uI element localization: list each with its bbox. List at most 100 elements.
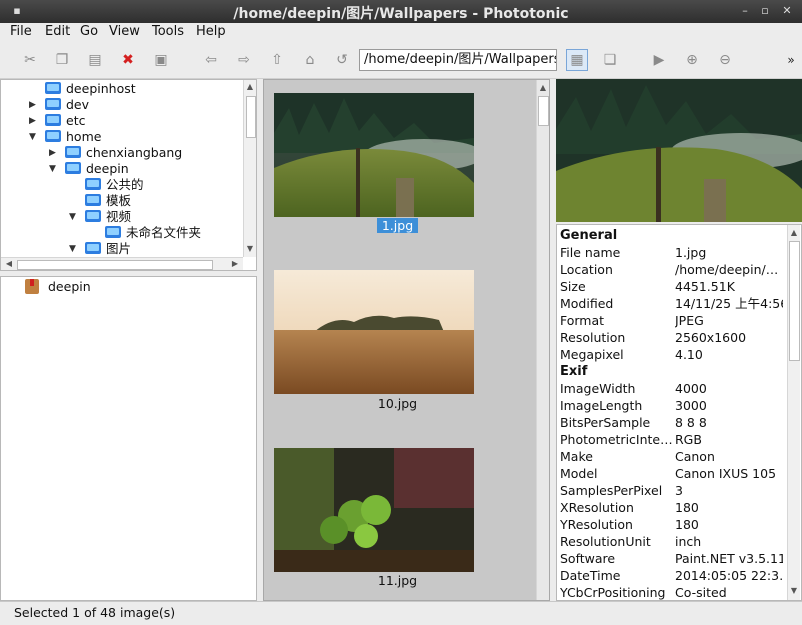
info-value: 3 bbox=[675, 483, 683, 498]
tree-item-label: 图片 bbox=[106, 241, 132, 256]
info-scrollbar[interactable]: ▲ ▼ bbox=[787, 225, 800, 600]
path-input[interactable]: /home/deepin/图片/Wallpapers bbox=[359, 49, 557, 71]
tree-item-label: 视频 bbox=[106, 209, 132, 224]
tree-item[interactable]: ▶ dev bbox=[29, 97, 89, 113]
tree-item[interactable]: deepinhost bbox=[45, 81, 136, 97]
menu-view[interactable]: View bbox=[109, 24, 140, 39]
minimize-icon[interactable]: – bbox=[738, 4, 752, 18]
scroll-right-icon[interactable]: ▶ bbox=[229, 258, 241, 270]
tree-horizontal-scrollbar[interactable]: ◀ ▶ bbox=[1, 257, 243, 270]
refresh-icon[interactable]: ↺ bbox=[333, 51, 351, 69]
info-key: YCbCrPositioning bbox=[560, 585, 666, 600]
toolbar: ✂ ❐ ▤ ✖ ▣ ⇦ ⇨ ⇧ ⌂ ↺ /home/deepin/图片/Wall… bbox=[0, 43, 802, 79]
thumbnail-scrollbar[interactable]: ▲ bbox=[536, 80, 549, 600]
info-section-exif: Exif bbox=[560, 364, 588, 379]
info-key: ImageLength bbox=[560, 398, 643, 413]
close-icon[interactable]: ✕ bbox=[780, 4, 794, 18]
thumbnail-label: 10.jpg bbox=[377, 396, 418, 411]
delete-icon[interactable]: ✖ bbox=[119, 51, 137, 69]
info-value: Paint.NET v3.5.11 bbox=[675, 551, 783, 566]
info-value: 3000 bbox=[675, 398, 707, 413]
tree-item[interactable]: ▼ 视频 bbox=[69, 209, 132, 225]
info-section-general: General bbox=[560, 228, 618, 243]
up-icon[interactable]: ⇧ bbox=[268, 51, 286, 69]
folder-icon bbox=[45, 98, 61, 110]
menu-bar: File Edit Go View Tools Help bbox=[0, 23, 802, 43]
bookmark-item[interactable]: deepin bbox=[25, 279, 91, 295]
thumbs-view-icon[interactable]: ▦ bbox=[566, 49, 588, 71]
info-key: YResolution bbox=[560, 517, 633, 532]
zoom-in-icon[interactable]: ⊕ bbox=[683, 51, 701, 69]
scroll-down-icon[interactable]: ▼ bbox=[244, 243, 256, 255]
scrollbar-thumb[interactable] bbox=[246, 96, 256, 138]
thumbnail-image[interactable] bbox=[274, 270, 474, 394]
folder-icon bbox=[65, 162, 81, 174]
zoom-out-icon[interactable]: ⊖ bbox=[716, 51, 734, 69]
bookmark-label: deepin bbox=[48, 279, 91, 294]
tree-item[interactable]: 未命名文件夹 bbox=[105, 225, 201, 241]
info-value: Canon IXUS 105 bbox=[675, 466, 777, 481]
info-key: Software bbox=[560, 551, 616, 566]
list-view-icon[interactable]: ❏ bbox=[601, 51, 619, 69]
info-key: Make bbox=[560, 449, 593, 464]
info-value: 4.10 bbox=[675, 347, 703, 362]
folder-icon bbox=[85, 178, 101, 190]
scrollbar-thumb[interactable] bbox=[789, 241, 800, 361]
collapse-arrow-icon[interactable]: ▶ bbox=[29, 113, 39, 129]
back-icon[interactable]: ⇦ bbox=[202, 51, 220, 69]
menu-help[interactable]: Help bbox=[196, 24, 226, 39]
cut-icon[interactable]: ✂ bbox=[21, 51, 39, 69]
tree-item[interactable]: 模板 bbox=[85, 193, 131, 209]
home-icon[interactable]: ⌂ bbox=[301, 51, 319, 69]
thumbnail-image[interactable] bbox=[274, 93, 484, 217]
menu-edit[interactable]: Edit bbox=[45, 24, 70, 39]
forward-icon[interactable]: ⇨ bbox=[235, 51, 253, 69]
scrollbar-thumb[interactable] bbox=[538, 96, 549, 126]
paste-icon[interactable]: ▤ bbox=[86, 51, 104, 69]
tree-vertical-scrollbar[interactable]: ▲ ▼ bbox=[243, 80, 256, 257]
folder-icon bbox=[85, 242, 101, 254]
info-key: Size bbox=[560, 279, 586, 294]
collapse-arrow-icon[interactable]: ▶ bbox=[29, 97, 39, 113]
bookmark-icon bbox=[25, 279, 39, 294]
tree-item-label: 未命名文件夹 bbox=[126, 225, 202, 240]
info-value: 14/11/25 上午4:56 bbox=[675, 296, 783, 311]
info-key: BitsPerSample bbox=[560, 415, 651, 430]
tree-item[interactable]: ▼ deepin bbox=[49, 161, 129, 177]
expand-arrow-icon[interactable]: ▼ bbox=[29, 129, 39, 145]
play-icon[interactable]: ▶ bbox=[650, 51, 668, 69]
expand-arrow-icon[interactable]: ▼ bbox=[69, 209, 79, 225]
info-value: Co-sited bbox=[675, 585, 727, 600]
scroll-up-icon[interactable]: ▲ bbox=[788, 227, 800, 239]
menu-file[interactable]: File bbox=[10, 24, 32, 39]
scroll-up-icon[interactable]: ▲ bbox=[537, 82, 549, 94]
info-value: /home/deepin/… bbox=[675, 262, 779, 277]
scroll-up-icon[interactable]: ▲ bbox=[244, 81, 256, 93]
tree-item[interactable]: 公共的 bbox=[85, 177, 144, 193]
info-key: Resolution bbox=[560, 330, 626, 345]
thumbnail-image[interactable] bbox=[274, 448, 474, 572]
copy-icon[interactable]: ❐ bbox=[53, 51, 71, 69]
save-as-icon[interactable]: ▣ bbox=[152, 51, 170, 69]
menu-go[interactable]: Go bbox=[80, 24, 98, 39]
scroll-down-icon[interactable]: ▼ bbox=[788, 585, 800, 597]
tree-item[interactable]: ▼ 图片 bbox=[69, 241, 132, 257]
expand-arrow-icon[interactable]: ▼ bbox=[69, 241, 79, 257]
info-key: Location bbox=[560, 262, 613, 277]
maximize-icon[interactable]: ▫ bbox=[758, 4, 772, 18]
overflow-icon[interactable]: » bbox=[782, 51, 800, 69]
info-key: Modified bbox=[560, 296, 614, 311]
menu-tools[interactable]: Tools bbox=[152, 24, 184, 39]
info-value: inch bbox=[675, 534, 702, 549]
scrollbar-thumb[interactable] bbox=[17, 260, 213, 270]
info-value: 180 bbox=[675, 517, 699, 532]
tree-item-label: deepinhost bbox=[66, 81, 136, 96]
expand-arrow-icon[interactable]: ▼ bbox=[49, 161, 59, 177]
tree-item-label: 公共的 bbox=[106, 177, 144, 192]
collapse-arrow-icon[interactable]: ▶ bbox=[49, 145, 59, 161]
tree-item[interactable]: ▶ chenxiangbang bbox=[49, 145, 183, 161]
scroll-left-icon[interactable]: ◀ bbox=[3, 258, 15, 270]
tree-item[interactable]: ▶ etc bbox=[29, 113, 85, 129]
tree-item-label: chenxiangbang bbox=[86, 145, 183, 160]
tree-item[interactable]: ▼ home bbox=[29, 129, 101, 145]
